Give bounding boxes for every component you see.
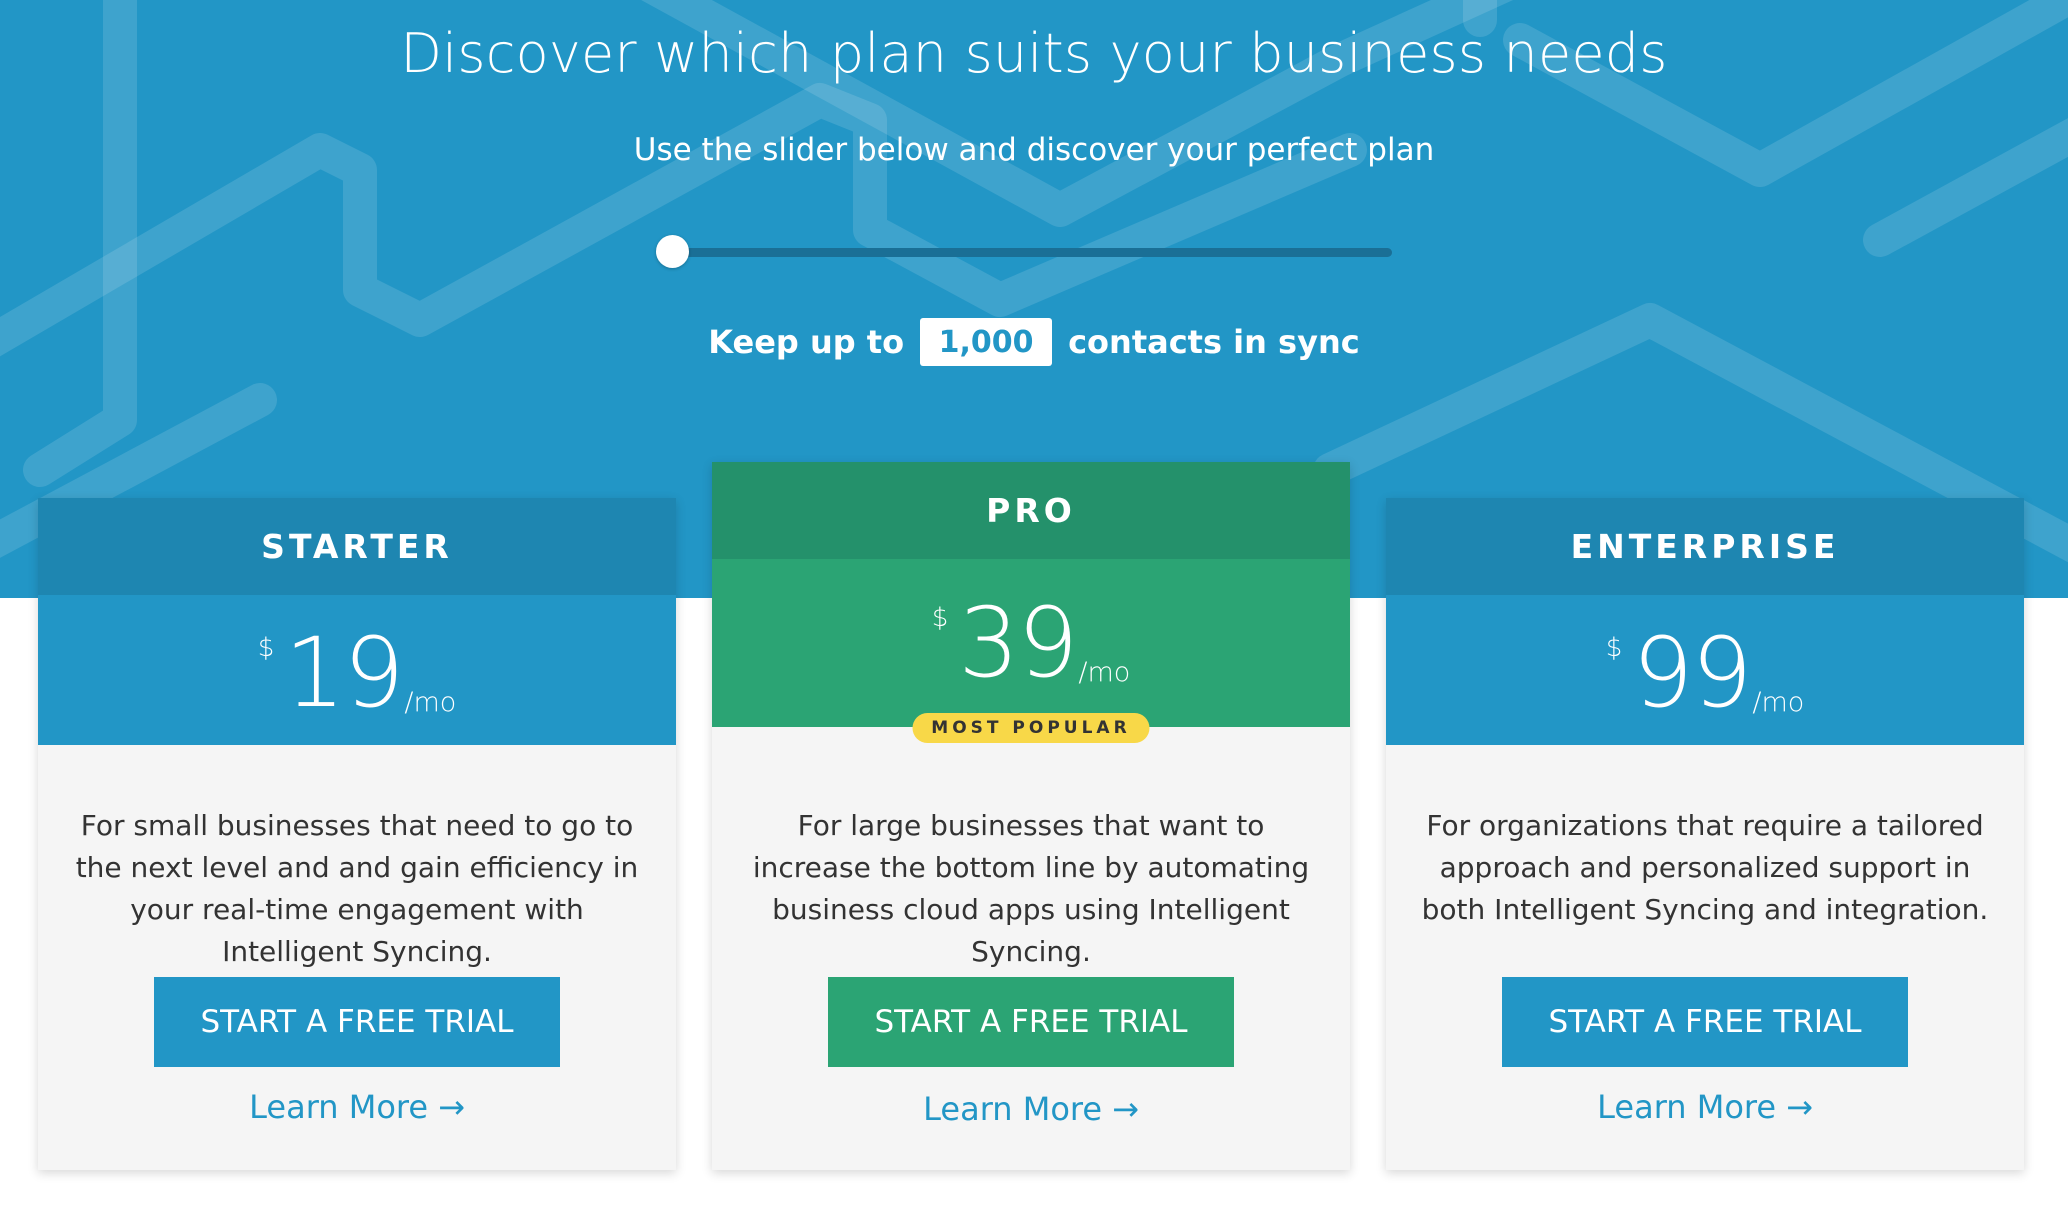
contacts-row: Keep up to contacts in sync <box>0 316 2068 368</box>
contacts-suffix-label: contacts in sync <box>1068 323 1360 361</box>
start-free-trial-button[interactable]: START A FREE TRIAL <box>828 977 1234 1067</box>
learn-more-label: Learn More <box>1597 1088 1777 1126</box>
slider-track[interactable] <box>672 248 1392 257</box>
start-free-trial-button[interactable]: START A FREE TRIAL <box>1502 977 1908 1067</box>
page-title: Discover which plan suits your business … <box>400 22 1668 85</box>
price-period: /mo <box>1752 687 1805 718</box>
price-group: $ 99 /mo <box>1386 625 2024 721</box>
contacts-slider[interactable] <box>656 234 1394 270</box>
plan-name: PRO <box>986 491 1076 530</box>
plan-name: STARTER <box>261 527 453 566</box>
plan-card-starter: STARTER $ 19 /mo For small businesses th… <box>38 498 676 1170</box>
arrow-right-icon: → <box>438 1088 465 1126</box>
price-amount: 19 <box>284 617 404 729</box>
arrow-right-icon: → <box>1786 1088 1813 1126</box>
plan-description: For organizations that require a tailore… <box>1421 809 1989 926</box>
price-group: $ 19 /mo <box>38 625 676 721</box>
arrow-right-icon: → <box>1112 1090 1139 1128</box>
price-currency: $ <box>257 633 275 663</box>
plan-description: For large businesses that want to increa… <box>752 809 1310 968</box>
plan-name-header: ENTERPRISE <box>1386 498 2024 595</box>
learn-more-label: Learn More <box>249 1088 429 1126</box>
plan-card-enterprise: ENTERPRISE $ 99 /mo For organizations th… <box>1386 498 2024 1170</box>
contacts-prefix-label: Keep up to <box>708 323 905 361</box>
plan-card-pro: PRO $ 39 /mo MOST POPULAR For large busi… <box>712 462 1350 1170</box>
start-free-trial-button[interactable]: START A FREE TRIAL <box>154 977 560 1067</box>
learn-more-link[interactable]: Learn More → <box>38 1088 676 1126</box>
plan-price-block: $ 19 /mo <box>38 595 676 745</box>
plan-description: For small businesses that need to go to … <box>75 809 639 968</box>
page-subtitle: Use the slider below and discover your p… <box>633 132 1435 168</box>
slider-handle[interactable] <box>656 235 689 268</box>
plan-name: ENTERPRISE <box>1570 527 1840 566</box>
plan-name-header: PRO <box>712 462 1350 559</box>
price-period: /mo <box>1078 657 1131 688</box>
plan-name-header: STARTER <box>38 498 676 595</box>
price-currency: $ <box>931 603 949 633</box>
plan-price-block: $ 99 /mo <box>1386 595 2024 745</box>
price-group: $ 39 /mo <box>712 595 1350 691</box>
price-currency: $ <box>1605 633 1623 663</box>
price-amount: 99 <box>1632 617 1752 729</box>
learn-more-link[interactable]: Learn More → <box>1386 1088 2024 1126</box>
price-amount: 39 <box>958 587 1078 699</box>
contacts-count-input[interactable] <box>920 318 1053 366</box>
learn-more-link[interactable]: Learn More → <box>712 1090 1350 1128</box>
plan-price-block: $ 39 /mo MOST POPULAR <box>712 559 1350 743</box>
learn-more-label: Learn More <box>923 1090 1103 1128</box>
pricing-page: Discover which plan suits your business … <box>0 0 2068 1226</box>
most-popular-badge: MOST POPULAR <box>912 713 1150 743</box>
price-period: /mo <box>404 687 457 718</box>
